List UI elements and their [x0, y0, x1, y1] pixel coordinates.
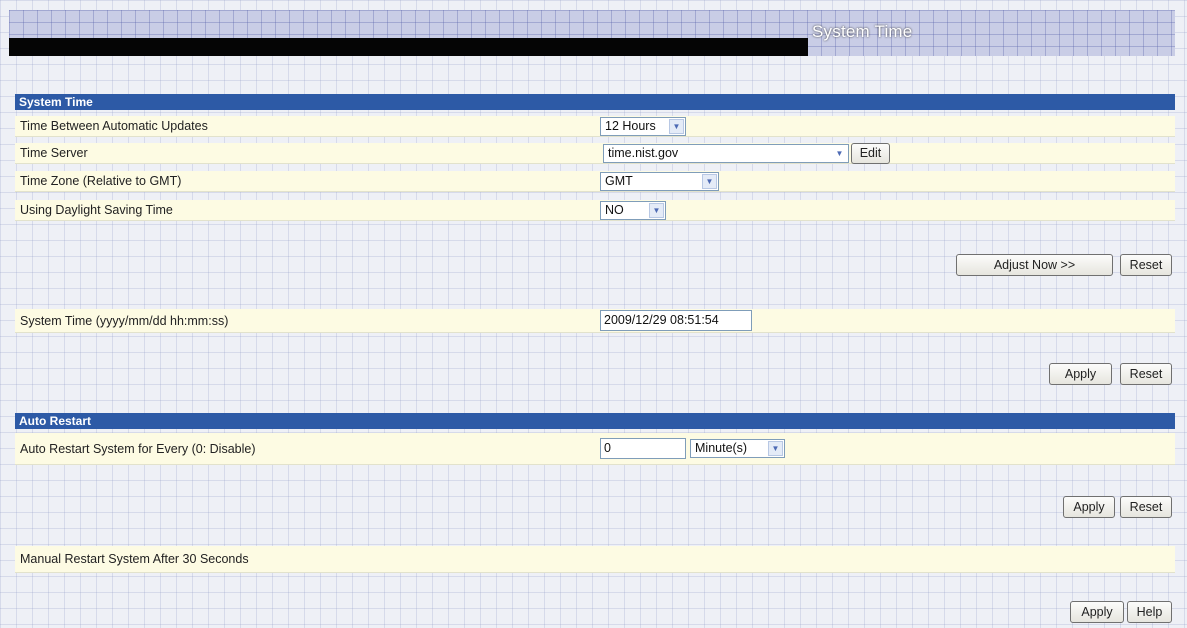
- time-server-select[interactable]: time.nist.gov ▼: [603, 144, 849, 163]
- daylight-saving-select[interactable]: NO ▼: [600, 201, 666, 220]
- time-zone-select[interactable]: GMT ▼: [600, 172, 719, 191]
- section-title-system-time: System Time: [15, 94, 1175, 110]
- time-server-value: time.nist.gov: [608, 146, 679, 160]
- header-bar: [9, 38, 808, 56]
- apply-manual-restart-button[interactable]: Apply: [1070, 601, 1124, 623]
- reset-auto-restart-button[interactable]: Reset: [1120, 496, 1172, 518]
- auto-restart-label: Auto Restart System for Every (0: Disabl…: [20, 442, 256, 456]
- daylight-saving-value: NO: [605, 203, 624, 217]
- chevron-down-icon[interactable]: ▼: [649, 203, 664, 218]
- system-time-label: System Time (yyyy/mm/dd hh:mm:ss): [20, 314, 229, 328]
- reset-system-time-button[interactable]: Reset: [1120, 363, 1172, 385]
- row-time-server: Time Server time.nist.gov ▼ Edit: [15, 143, 1175, 164]
- row-update-interval: Time Between Automatic Updates 12 Hours …: [15, 116, 1175, 137]
- help-button[interactable]: Help: [1127, 601, 1172, 623]
- section-title-auto-restart: Auto Restart: [15, 413, 1175, 429]
- chevron-down-icon[interactable]: ▼: [768, 441, 783, 456]
- row-time-zone: Time Zone (Relative to GMT) GMT ▼: [15, 171, 1175, 192]
- chevron-down-icon[interactable]: ▼: [702, 174, 717, 189]
- chevron-down-icon[interactable]: ▼: [832, 146, 847, 161]
- auto-restart-unit-select[interactable]: Minute(s) ▼: [690, 439, 785, 458]
- apply-auto-restart-button[interactable]: Apply: [1063, 496, 1115, 518]
- page-title: System Time: [812, 22, 913, 41]
- edit-time-server-button[interactable]: Edit: [851, 143, 890, 164]
- auto-restart-interval-input[interactable]: 0: [600, 438, 686, 459]
- time-zone-label: Time Zone (Relative to GMT): [20, 174, 182, 188]
- daylight-saving-label: Using Daylight Saving Time: [20, 203, 173, 217]
- time-zone-value: GMT: [605, 174, 633, 188]
- apply-system-time-button[interactable]: Apply: [1049, 363, 1112, 385]
- system-time-input[interactable]: 2009/12/29 08:51:54: [600, 310, 752, 331]
- adjust-now-button[interactable]: Adjust Now >>: [956, 254, 1113, 276]
- auto-restart-unit-value: Minute(s): [695, 441, 748, 455]
- row-daylight-saving: Using Daylight Saving Time NO ▼: [15, 200, 1175, 221]
- update-interval-select[interactable]: 12 Hours ▼: [600, 117, 686, 136]
- row-auto-restart: Auto Restart System for Every (0: Disabl…: [15, 433, 1175, 465]
- time-server-label: Time Server: [20, 146, 88, 160]
- row-manual-restart: Manual Restart System After 30 Seconds: [15, 546, 1175, 573]
- row-system-time: System Time (yyyy/mm/dd hh:mm:ss) 2009/1…: [15, 309, 1175, 333]
- reset-button[interactable]: Reset: [1120, 254, 1172, 276]
- update-interval-label: Time Between Automatic Updates: [20, 119, 208, 133]
- manual-restart-label: Manual Restart System After 30 Seconds: [20, 552, 249, 566]
- update-interval-value: 12 Hours: [605, 119, 656, 133]
- chevron-down-icon[interactable]: ▼: [669, 119, 684, 134]
